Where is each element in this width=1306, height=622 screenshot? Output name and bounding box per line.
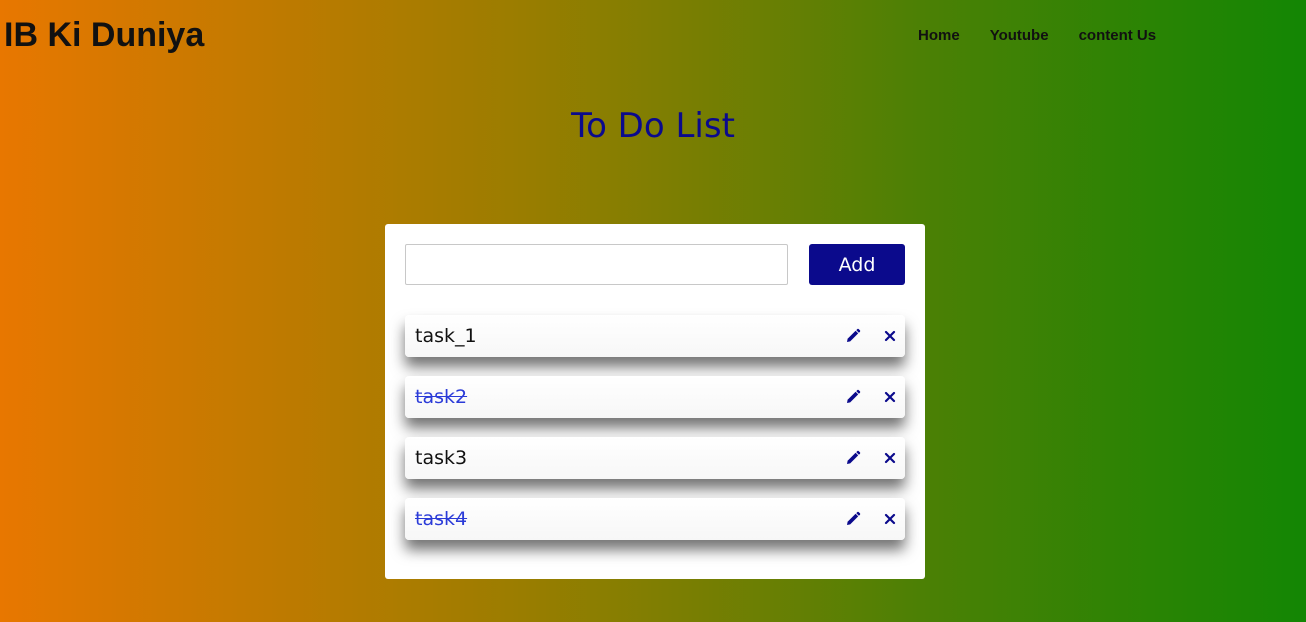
top-nav: Home Youtube content Us (918, 27, 1156, 45)
task-text-completed[interactable]: task2 (415, 385, 467, 409)
task-item: task3 (405, 437, 905, 479)
task-text[interactable]: task_1 (415, 324, 477, 348)
nav-link-youtube[interactable]: Youtube (990, 27, 1049, 45)
close-icon[interactable] (880, 509, 900, 529)
task-text-completed[interactable]: task4 (415, 507, 467, 531)
task-item: task4 (405, 498, 905, 540)
nav-link-home[interactable]: Home (918, 27, 960, 45)
close-icon[interactable] (880, 326, 900, 346)
task-input[interactable] (405, 244, 788, 285)
page-title: To Do List (571, 106, 735, 146)
close-icon[interactable] (880, 387, 900, 407)
nav-link-content-us[interactable]: content Us (1079, 27, 1157, 45)
site-brand: IB Ki Duniya (4, 16, 205, 54)
task-item: task_1 (405, 315, 905, 357)
pencil-icon[interactable] (843, 509, 863, 529)
pencil-icon[interactable] (843, 387, 863, 407)
todo-card: Add task_1 task2 task3 task4 (385, 224, 925, 579)
task-text[interactable]: task3 (415, 446, 467, 470)
close-icon[interactable] (880, 448, 900, 468)
add-button[interactable]: Add (809, 244, 905, 285)
task-item: task2 (405, 376, 905, 418)
pencil-icon[interactable] (843, 326, 863, 346)
pencil-icon[interactable] (843, 448, 863, 468)
task-list: task_1 task2 task3 task4 (405, 315, 905, 559)
